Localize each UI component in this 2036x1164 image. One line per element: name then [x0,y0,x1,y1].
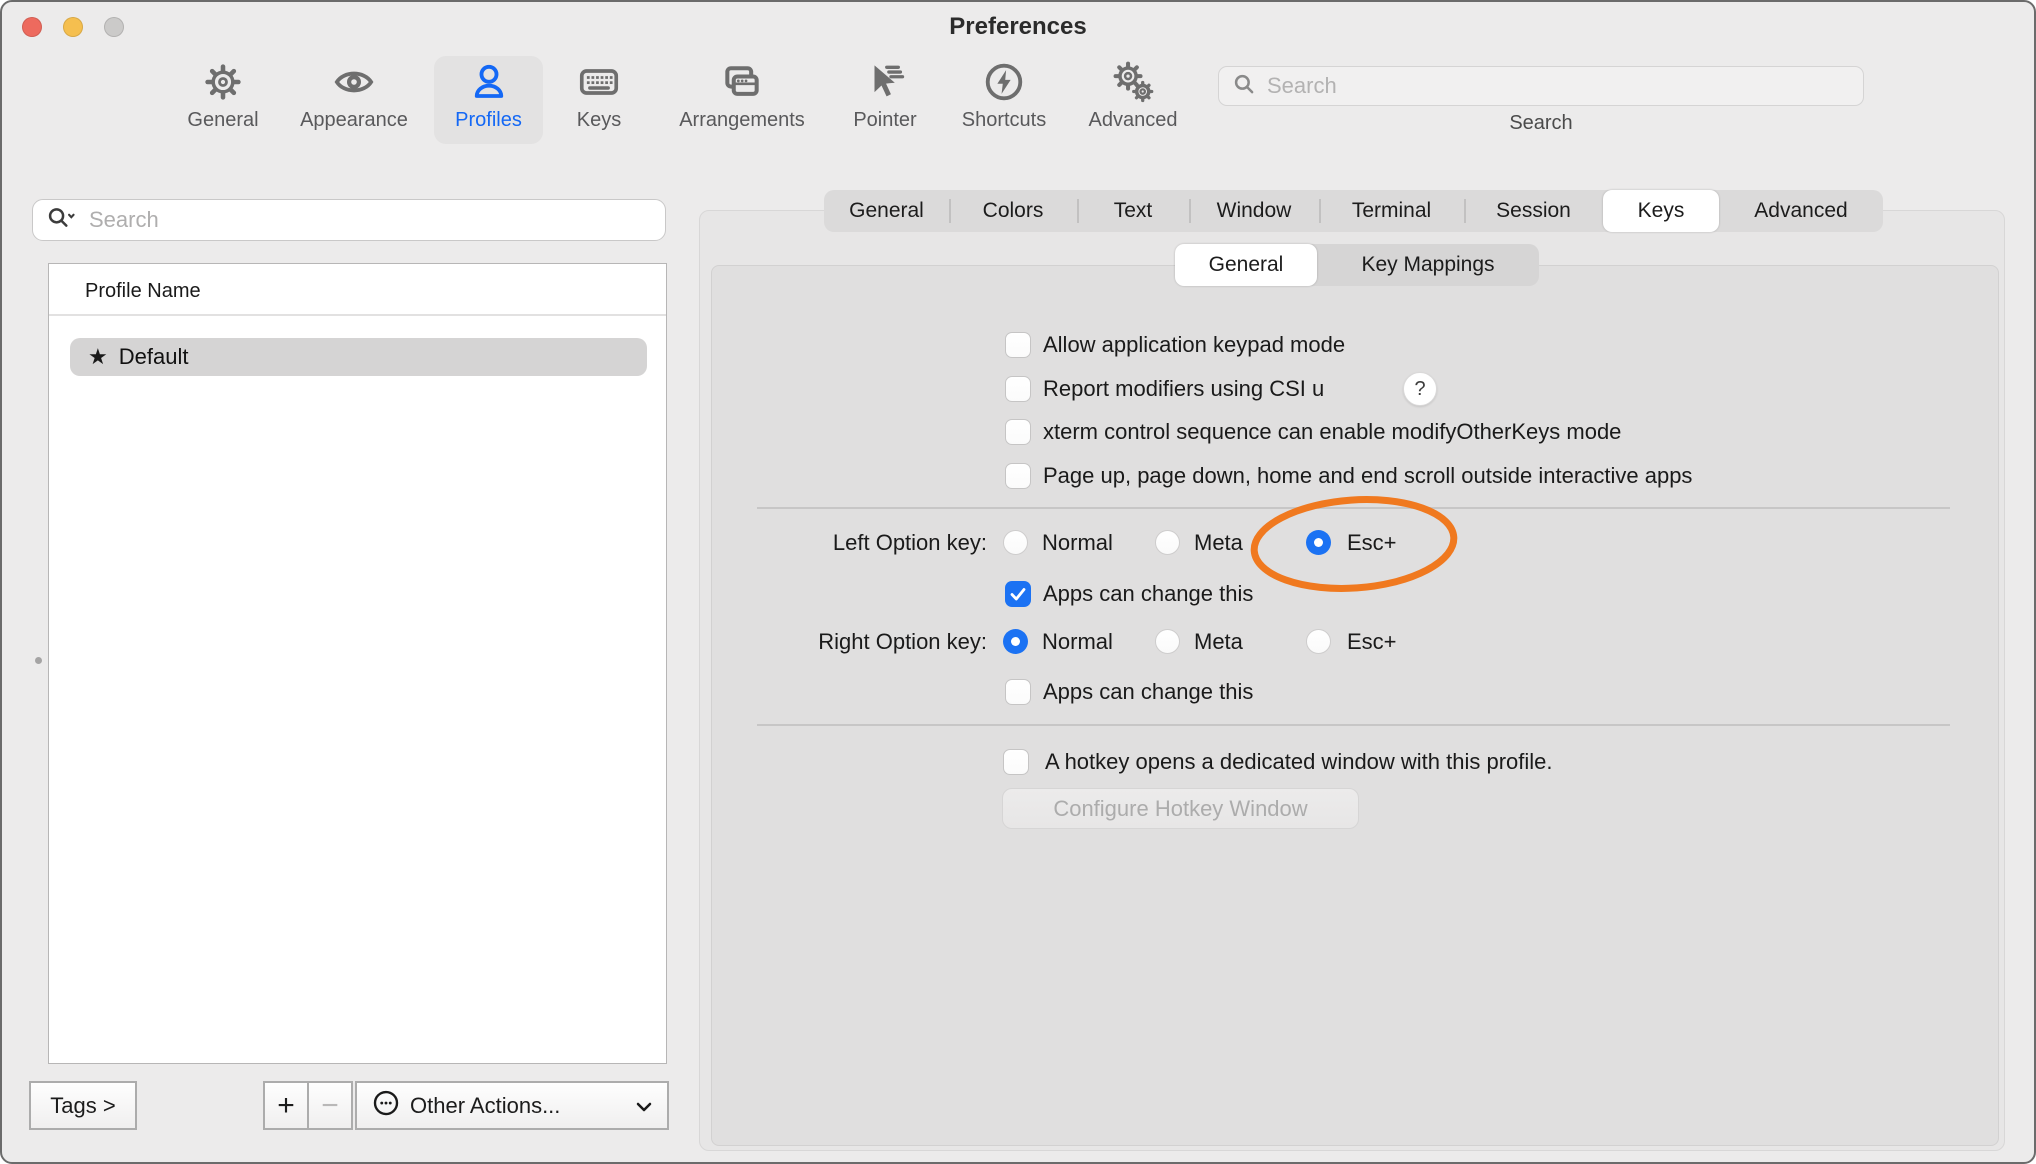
radio-label: Normal [1042,629,1113,655]
checkbox-right-apps-can-change[interactable] [1005,679,1031,705]
profile-search-field[interactable] [32,199,666,241]
eye-icon [333,56,375,108]
toolbar-item-pointer[interactable]: Pointer [835,56,935,144]
other-actions-label: Other Actions... [410,1093,560,1119]
divider [49,314,666,316]
toolbar-label: General [187,109,258,132]
other-actions-dropdown[interactable]: Other Actions... [355,1081,669,1130]
toolbar-label: Arrangements [679,109,805,132]
tab-advanced[interactable]: Advanced [1719,190,1883,232]
profile-search-input[interactable] [87,206,607,234]
profile-list-header: Profile Name [85,280,201,303]
keys-subtabbar: General Key Mappings [1175,244,1539,286]
left-option-key-label: Left Option key: [702,530,987,556]
checkbox-label: Apps can change this [1043,679,1253,705]
radio-right-normal[interactable] [1003,629,1028,654]
tab-text[interactable]: Text [1077,190,1189,232]
help-button[interactable]: ? [1403,372,1437,406]
profile-name: Default [119,344,189,370]
toolbar-label: Shortcuts [962,109,1046,132]
checkbox-csi-u[interactable] [1005,376,1031,402]
checkbox-label: Report modifiers using CSI u [1043,376,1324,402]
checkbox-label: Page up, page down, home and end scroll … [1043,463,1692,489]
toolbar-search-caption: Search [1218,112,1864,135]
tab-window[interactable]: Window [1189,190,1319,232]
right-option-key-label: Right Option key: [702,629,987,655]
toolbar-item-shortcuts[interactable]: Shortcuts [944,56,1064,144]
gears-icon [1111,56,1155,108]
star-icon: ★ [88,344,108,370]
checkbox-left-apps-can-change[interactable] [1005,581,1031,607]
separator [757,507,1950,509]
tab-terminal[interactable]: Terminal [1319,190,1464,232]
toolbar-search-field[interactable] [1218,66,1864,106]
window-title: Preferences [2,13,2034,41]
tab-general[interactable]: General [824,190,949,232]
toolbar-item-keys[interactable]: Keys [559,56,639,144]
tab-colors[interactable]: Colors [949,190,1077,232]
radio-left-esc[interactable] [1306,530,1331,555]
profile-row-default[interactable]: ★ Default [70,338,647,376]
lightning-icon [983,56,1025,108]
radio-right-esc[interactable] [1306,629,1331,654]
keyboard-icon [577,56,621,108]
cursor-icon [864,56,906,108]
checkbox-label: Apps can change this [1043,581,1253,607]
subtab-key-mappings[interactable]: Key Mappings [1317,244,1539,286]
search-icon [1231,71,1257,102]
radio-label: Normal [1042,530,1113,556]
configure-hotkey-window-button[interactable]: Configure Hotkey Window [1002,788,1359,829]
subtab-general[interactable]: General [1175,244,1317,286]
toolbar-item-advanced[interactable]: Advanced [1073,56,1193,144]
profile-list: Profile Name ★ Default [48,263,667,1064]
checkbox-label: Allow application keypad mode [1043,332,1345,358]
toolbar-item-profiles[interactable]: Profiles [434,56,543,144]
checkbox-modify-other-keys[interactable] [1005,419,1031,445]
tags-button[interactable]: Tags > [29,1081,137,1130]
checkbox-application-keypad[interactable] [1005,332,1031,358]
checkbox-scroll-outside-apps[interactable] [1005,463,1031,489]
person-icon [468,56,510,108]
add-profile-button[interactable]: + [263,1081,309,1130]
tab-session[interactable]: Session [1464,190,1603,232]
windows-icon [720,56,764,108]
radio-label: Meta [1194,530,1243,556]
radio-right-meta[interactable] [1155,629,1180,654]
tab-keys[interactable]: Keys [1603,190,1719,232]
radio-label: Esc+ [1347,530,1397,556]
gear-icon [202,56,244,108]
toolbar-label: Pointer [853,109,916,132]
separator [757,724,1950,726]
toolbar-label: Profiles [455,109,522,132]
profile-section-tabbar: General Colors Text Window Terminal Sess… [824,190,1883,232]
toolbar-item-general[interactable]: General [173,56,273,144]
preferences-window: Preferences General Appearance [0,0,2036,1164]
toolbar-item-appearance[interactable]: Appearance [289,56,419,144]
checkbox-label: A hotkey opens a dedicated window with t… [1045,749,1553,775]
checkbox-label: xterm control sequence can enable modify… [1043,419,1621,445]
plus-icon: + [277,1091,295,1121]
radio-left-normal[interactable] [1003,530,1028,555]
toolbar-label: Keys [577,109,621,132]
toolbar-label: Appearance [300,109,408,132]
chevron-down-icon [635,1093,653,1119]
keys-general-panel [711,265,1999,1146]
radio-label: Esc+ [1347,629,1397,655]
checkbox-hotkey-window[interactable] [1003,749,1029,775]
edge-dot-artifact [35,657,42,664]
search-menu-icon [45,205,79,236]
toolbar-search-input[interactable] [1265,72,1825,100]
toolbar-label: Advanced [1089,109,1178,132]
minus-icon: − [321,1091,339,1121]
toolbar-item-arrangements[interactable]: Arrangements [662,56,822,144]
radio-left-meta[interactable] [1155,530,1180,555]
radio-label: Meta [1194,629,1243,655]
ellipsis-circle-icon [371,1088,401,1124]
remove-profile-button[interactable]: − [307,1081,353,1130]
